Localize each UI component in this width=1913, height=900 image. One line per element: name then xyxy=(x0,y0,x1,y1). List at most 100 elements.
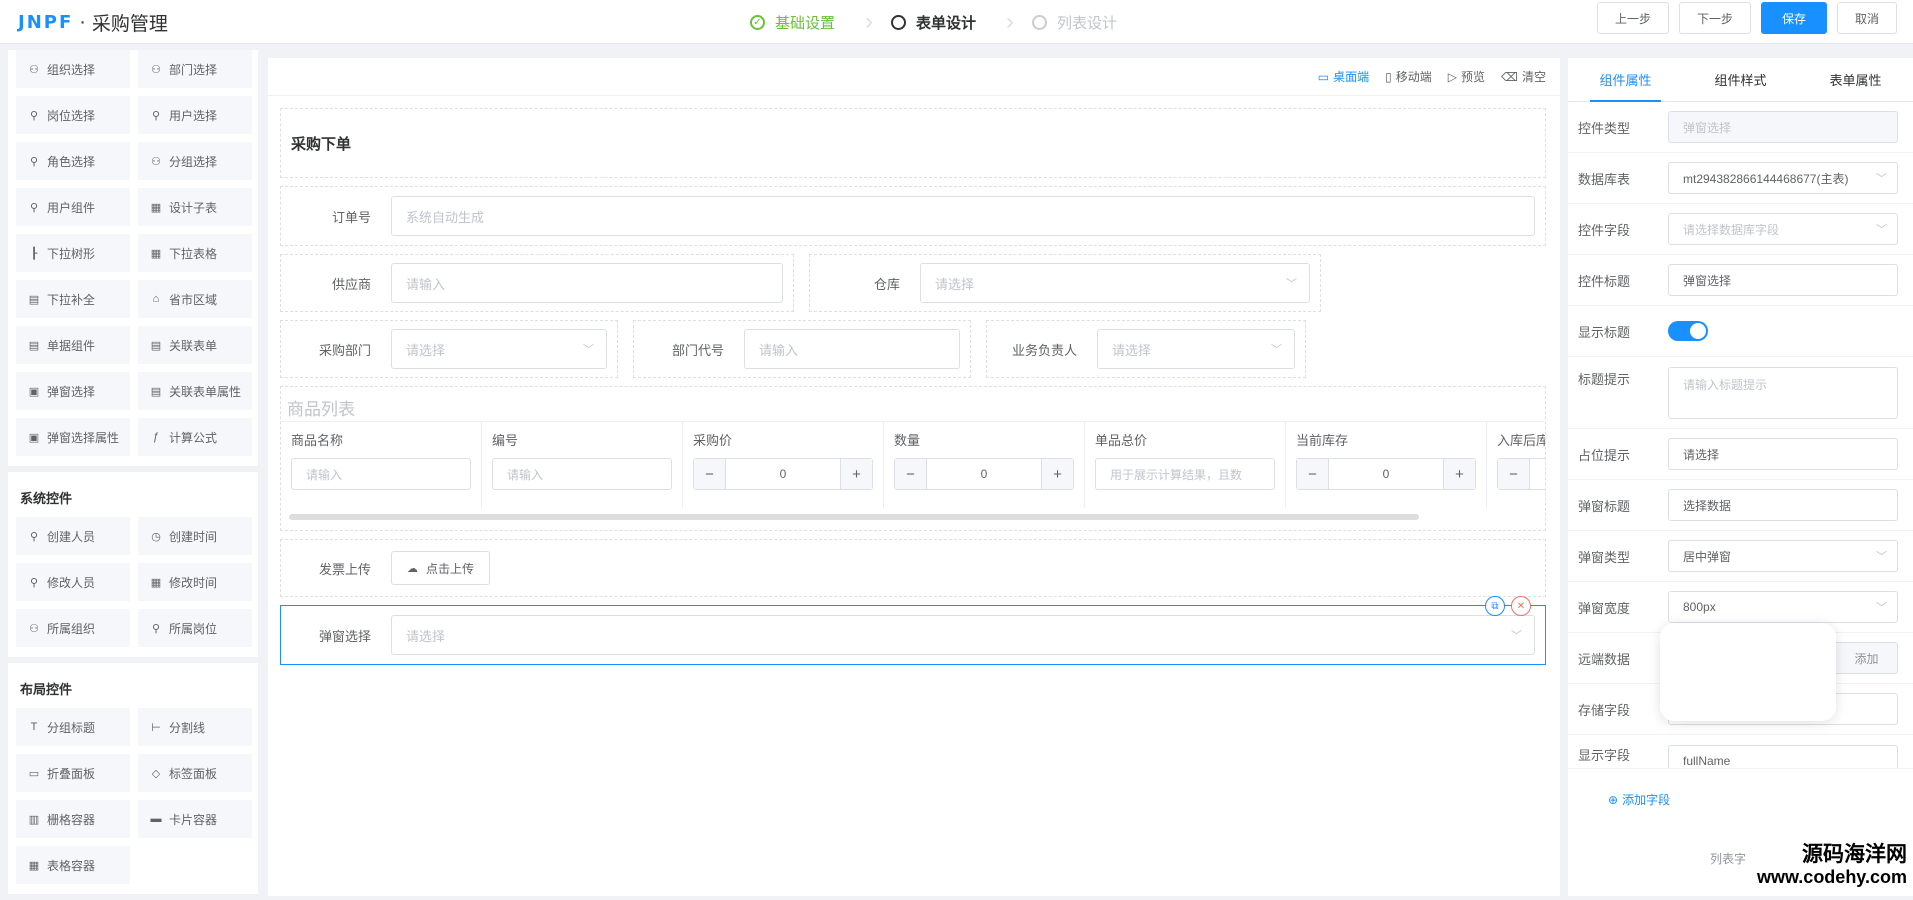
placeholder-input[interactable]: 请选择 xyxy=(1668,438,1898,470)
plus-icon[interactable]: + xyxy=(1041,459,1073,489)
component-item[interactable]: ▤关联表单 xyxy=(138,326,252,364)
tab-form-props[interactable]: 表单属性 xyxy=(1798,58,1913,101)
table-column[interactable]: 入库后库−+ xyxy=(1487,422,1546,508)
component-item[interactable]: ◷创建时间 xyxy=(138,517,252,555)
table-column[interactable]: 商品名称请输入 xyxy=(281,422,482,508)
component-item[interactable]: ▭折叠面板 xyxy=(16,754,130,792)
table-column[interactable]: 数量−0+ xyxy=(884,422,1085,508)
table-column[interactable]: 单品总价用于展示计算结果，且数 xyxy=(1085,422,1286,508)
component-item[interactable]: ┠下拉树形 xyxy=(16,234,130,272)
horizontal-scrollbar[interactable] xyxy=(289,514,1419,520)
copy-icon[interactable]: ⧉ xyxy=(1485,596,1505,616)
popup-width-select[interactable]: 800px﹀ xyxy=(1668,591,1898,623)
field-select[interactable]: 请选择数据库字段﹀ xyxy=(1668,213,1898,245)
cell-input[interactable]: 请输入 xyxy=(291,458,471,490)
save-button[interactable]: 保存 xyxy=(1761,2,1827,34)
mobile-view-button[interactable]: ▯移动端 xyxy=(1385,68,1432,85)
upload-button[interactable]: ☁点击上传 xyxy=(391,551,490,585)
component-item[interactable]: ƒ计算公式 xyxy=(138,418,252,456)
component-item[interactable]: ▦设计子表 xyxy=(138,188,252,226)
component-item[interactable]: ▦修改时间 xyxy=(138,563,252,601)
component-item[interactable]: ▥栅格容器 xyxy=(16,800,130,838)
component-item[interactable]: ⚲所属岗位 xyxy=(138,609,252,647)
component-item[interactable]: ▣弹窗选择属性 xyxy=(16,418,130,456)
number-stepper[interactable]: −0+ xyxy=(1296,458,1476,490)
component-item[interactable]: ⚲用户选择 xyxy=(138,96,252,134)
show-title-toggle[interactable] xyxy=(1668,321,1708,341)
component-item[interactable]: ⚲用户组件 xyxy=(16,188,130,226)
cell-input[interactable]: 用于展示计算结果，且数 xyxy=(1095,458,1275,490)
next-step-button[interactable]: 下一步 xyxy=(1679,2,1751,34)
component-item[interactable]: ⊢分割线 xyxy=(138,708,252,746)
desktop-view-button[interactable]: ▭桌面端 xyxy=(1318,68,1369,85)
minus-icon[interactable]: − xyxy=(1297,459,1329,489)
component-item[interactable]: ▬卡片容器 xyxy=(138,800,252,838)
component-item[interactable]: ▤下拉补全 xyxy=(16,280,130,318)
popup-select-row[interactable]: 弹窗选择 请选择﹀ ⧉ ✕ xyxy=(280,605,1546,665)
prev-step-button[interactable]: 上一步 xyxy=(1597,2,1669,34)
popup-type-select[interactable]: 居中弹窗﹀ xyxy=(1668,540,1898,572)
order-no-row[interactable]: 订单号 系统自动生成 xyxy=(280,186,1546,246)
dept-select[interactable]: 请选择﹀ xyxy=(391,329,607,369)
component-item[interactable]: ▦表格容器 xyxy=(16,846,130,884)
component-item[interactable]: ⚲修改人员 xyxy=(16,563,130,601)
dept-code-input[interactable]: 请输入 xyxy=(744,329,960,369)
tab-component-props[interactable]: 组件属性 xyxy=(1568,58,1683,101)
component-item[interactable]: T分组标题 xyxy=(16,708,130,746)
component-item[interactable]: ⚇部门选择 xyxy=(138,50,252,88)
minus-icon[interactable]: − xyxy=(694,459,726,489)
show-field-input[interactable]: fullName xyxy=(1668,745,1898,769)
number-stepper[interactable]: −0+ xyxy=(693,458,873,490)
table-column[interactable]: 编号请输入 xyxy=(482,422,683,508)
tab-component-style[interactable]: 组件样式 xyxy=(1683,58,1798,101)
plus-icon[interactable]: + xyxy=(1443,459,1475,489)
stepper-value[interactable]: 0 xyxy=(726,467,840,481)
component-item[interactable]: ▦下拉表格 xyxy=(138,234,252,272)
popup-select-input[interactable]: 请选择﹀ xyxy=(391,615,1535,655)
owner-field[interactable]: 业务负责人 请选择﹀ xyxy=(986,320,1306,378)
step-form-design[interactable]: 表单设计 › xyxy=(891,12,976,33)
cell-input[interactable]: 请输入 xyxy=(492,458,672,490)
number-stepper[interactable]: −+ xyxy=(1497,458,1546,490)
preview-button[interactable]: ▷预览 xyxy=(1448,68,1485,85)
component-item[interactable]: ⚇所属组织 xyxy=(16,609,130,647)
minus-icon[interactable]: − xyxy=(895,459,927,489)
order-no-input[interactable]: 系统自动生成 xyxy=(391,196,1535,236)
plus-icon[interactable]: + xyxy=(840,459,872,489)
table-column[interactable]: 当前库存−0+ xyxy=(1286,422,1487,508)
supplier-field[interactable]: 供应商 请输入 xyxy=(280,254,794,312)
form-title[interactable]: 采购下单 xyxy=(280,108,1546,178)
delete-icon[interactable]: ✕ xyxy=(1511,596,1531,616)
dept-field[interactable]: 采购部门 请选择﹀ xyxy=(280,320,618,378)
component-item[interactable]: ⚲角色选择 xyxy=(16,142,130,180)
db-table-select[interactable]: mt294382866144468677(主表)﹀ xyxy=(1668,162,1898,194)
popup-title-input[interactable]: 选择数据 xyxy=(1668,489,1898,521)
add-remote-button[interactable]: 添加 xyxy=(1836,642,1898,674)
component-item[interactable]: ▤关联表单属性 xyxy=(138,372,252,410)
component-item[interactable]: ▤单据组件 xyxy=(16,326,130,364)
owner-select[interactable]: 请选择﹀ xyxy=(1097,329,1295,369)
warehouse-field[interactable]: 仓库 请选择﹀ xyxy=(809,254,1321,312)
add-field-button[interactable]: ⊕添加字段 xyxy=(1568,769,1913,808)
title-tip-textarea[interactable]: 请输入标题提示 xyxy=(1668,367,1898,419)
component-item[interactable]: ⚇组织选择 xyxy=(16,50,130,88)
component-item[interactable]: ⚲岗位选择 xyxy=(16,96,130,134)
component-item[interactable]: ⌂省市区域 xyxy=(138,280,252,318)
step-list-design[interactable]: 列表设计 xyxy=(1032,12,1117,33)
component-item[interactable]: ▣弹窗选择 xyxy=(16,372,130,410)
step-basic-settings[interactable]: ✓ 基础设置 › xyxy=(750,12,835,33)
stepper-value[interactable]: 0 xyxy=(927,467,1041,481)
component-item[interactable]: ⚲创建人员 xyxy=(16,517,130,555)
supplier-input[interactable]: 请输入 xyxy=(391,263,783,303)
product-table[interactable]: 商品列表 商品名称请输入编号请输入采购价−0+数量−0+单品总价用于展示计算结果… xyxy=(280,386,1546,531)
clear-button[interactable]: ⌫清空 xyxy=(1501,68,1546,85)
stepper-value[interactable]: 0 xyxy=(1329,467,1443,481)
invoice-upload-row[interactable]: 发票上传 ☁点击上传 xyxy=(280,539,1546,597)
warehouse-select[interactable]: 请选择﹀ xyxy=(920,263,1310,303)
number-stepper[interactable]: −0+ xyxy=(894,458,1074,490)
title-input[interactable]: 弹窗选择 xyxy=(1668,264,1898,296)
dept-code-field[interactable]: 部门代号 请输入 xyxy=(633,320,971,378)
cancel-button[interactable]: 取消 xyxy=(1837,2,1897,34)
component-item[interactable]: ⚇分组选择 xyxy=(138,142,252,180)
minus-icon[interactable]: − xyxy=(1498,459,1530,489)
